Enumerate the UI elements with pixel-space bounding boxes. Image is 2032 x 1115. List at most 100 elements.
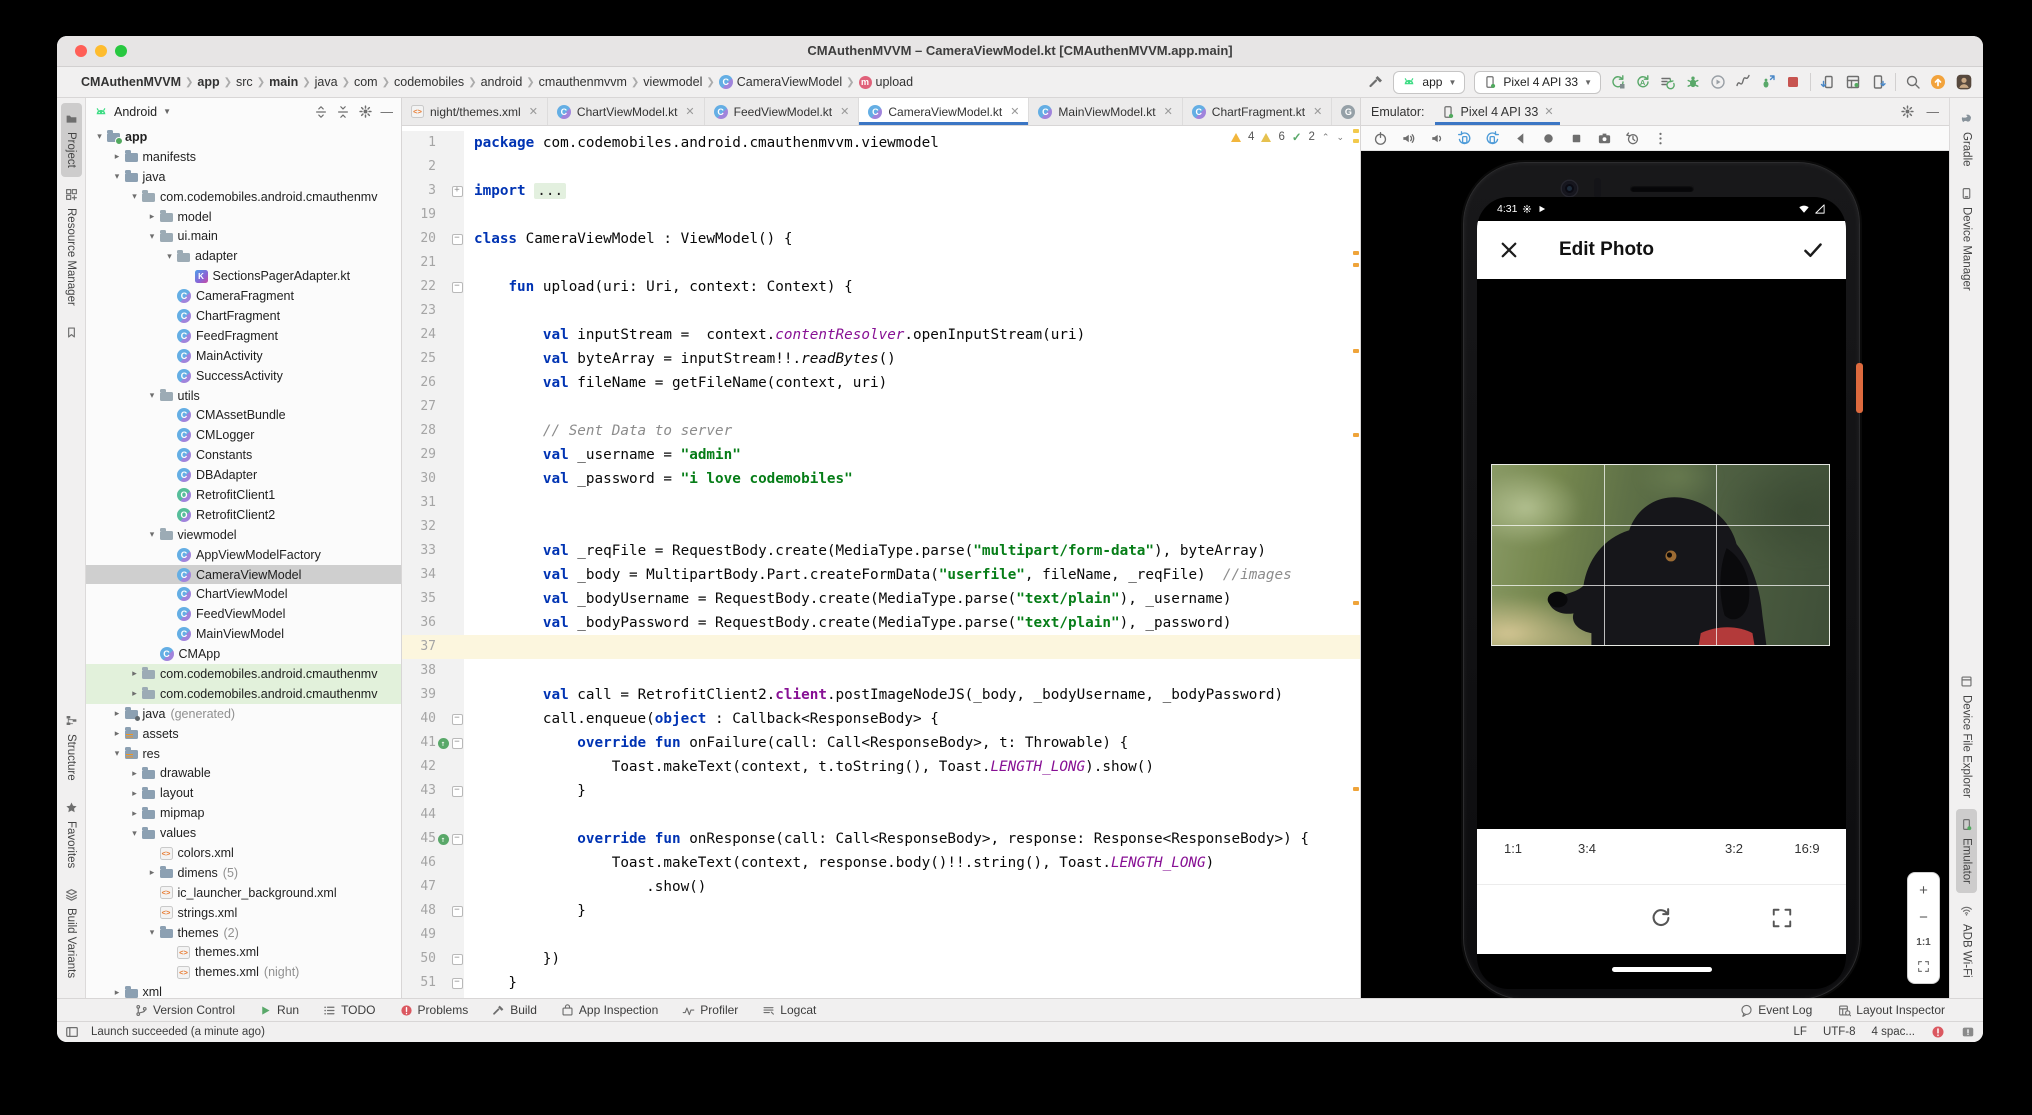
upgrade-assistant-icon[interactable] <box>1930 74 1946 90</box>
tree-item-themes-xml[interactable]: <>themes.xml <box>86 943 401 963</box>
mute-notification-icon[interactable] <box>1961 1025 1975 1039</box>
code-line-26[interactable]: 26 val fileName = getFileName(context, u… <box>402 371 1360 395</box>
tab-cameraviewmodel-kt[interactable]: CCameraViewModel.kt✕ <box>859 98 1029 125</box>
code-line-48[interactable]: 48− } <box>402 899 1360 923</box>
close-icon[interactable]: ✕ <box>529 105 538 118</box>
zoom-in-button[interactable]: + <box>1919 883 1928 898</box>
tree-item-chartfragment[interactable]: CChartFragment <box>86 306 401 326</box>
tree-item-cameraviewmodel[interactable]: CCameraViewModel <box>86 565 401 585</box>
code-line-29[interactable]: 29 val _username = "admin" <box>402 443 1360 467</box>
tool-strip-build-variants[interactable]: Build Variants <box>61 879 82 987</box>
rotate-photo-button[interactable] <box>1650 907 1672 929</box>
aspect-ratio-3-4[interactable]: 3:4 <box>1578 841 1596 856</box>
minimize-window-button[interactable] <box>95 45 107 57</box>
code-line-40[interactable]: 40− call.enqueue(object : Callback<Respo… <box>402 707 1360 731</box>
tree-item-com-codemobiles-android-cmauthenmv[interactable]: ▾com.codemobiles.android.cmauthenmv <box>86 187 401 207</box>
zoom-out-button[interactable]: − <box>1919 910 1928 925</box>
code-line-38[interactable]: 38 <box>402 659 1360 683</box>
tree-item-mipmap[interactable]: ▸mipmap <box>86 803 401 823</box>
install-apk-icon[interactable] <box>1870 74 1886 90</box>
tree-item-adapter[interactable]: ▾adapter <box>86 246 401 266</box>
fold-icon[interactable]: − <box>452 978 463 989</box>
status-segment[interactable]: LF <box>1794 1026 1807 1038</box>
fold-icon[interactable]: + <box>452 186 463 197</box>
code-line-43[interactable]: 43− } <box>402 779 1360 803</box>
breadcrumb-item[interactable]: codemobiles <box>394 75 464 89</box>
code-editor[interactable]: 4 6 ✓ 2 ⌃ ⌄ 1package com.codemobiles.and… <box>402 126 1360 998</box>
snapshots-icon[interactable] <box>1625 131 1640 146</box>
next-issue-icon[interactable]: ⌄ <box>1336 132 1344 143</box>
crop-photo-preview[interactable] <box>1491 464 1830 646</box>
toolwindow-todo[interactable]: TODO <box>323 1003 375 1017</box>
tree-item-strings-xml[interactable]: <>strings.xml <box>86 903 401 923</box>
toolwindow-build[interactable]: Build <box>492 1003 537 1017</box>
tab-chartviewmodel-kt[interactable]: CChartViewModel.kt✕ <box>548 98 705 125</box>
tree-item-java[interactable]: ▸java(generated) <box>86 704 401 724</box>
chevron-expanded-icon[interactable]: ▾ <box>145 529 160 540</box>
tree-item-feedfragment[interactable]: CFeedFragment <box>86 326 401 346</box>
code-line-2[interactable]: 2 <box>402 155 1360 179</box>
apply-code-changes-icon[interactable]: A <box>1635 74 1651 90</box>
screenshot-icon[interactable] <box>1597 131 1612 146</box>
tree-item-drawable[interactable]: ▸drawable <box>86 764 401 784</box>
status-segment[interactable]: UTF-8 <box>1823 1026 1856 1038</box>
close-icon[interactable]: ✕ <box>1313 105 1322 118</box>
tool-strip-bookmarks[interactable] <box>61 317 82 350</box>
tree-item-cmapp[interactable]: CCMApp <box>86 644 401 664</box>
code-line-22[interactable]: 22− fun upload(uri: Uri, context: Contex… <box>402 275 1360 299</box>
tab-feedviewmodel-kt[interactable]: CFeedViewModel.kt✕ <box>705 98 860 125</box>
tree-item-themes-xml[interactable]: <>themes.xml(night) <box>86 962 401 982</box>
volume-down-icon[interactable] <box>1429 131 1444 146</box>
toolwindow-problems[interactable]: Problems <box>400 1003 469 1017</box>
fold-icon[interactable]: − <box>452 714 463 725</box>
run-coverage-icon[interactable] <box>1710 74 1726 90</box>
code-line-41[interactable]: 41↑− override fun onFailure(call: Call<R… <box>402 731 1360 755</box>
code-line-31[interactable]: 31 <box>402 491 1360 515</box>
close-icon[interactable]: ✕ <box>1010 105 1019 118</box>
code-line-50[interactable]: 50− }) <box>402 947 1360 971</box>
chevron-expanded-icon[interactable]: ▾ <box>145 390 160 401</box>
code-line-45[interactable]: 45↑− override fun onResponse(call: Call<… <box>402 827 1360 851</box>
home-indicator[interactable] <box>1612 967 1712 972</box>
code-line-30[interactable]: 30 val _password = "i love codemobiles" <box>402 467 1360 491</box>
code-line-25[interactable]: 25 val byteArray = inputStream!!.readByt… <box>402 347 1360 371</box>
code-line-1[interactable]: 1package com.codemobiles.android.cmauthe… <box>402 131 1360 155</box>
rotate-left-icon[interactable] <box>1457 131 1472 146</box>
tree-item-retrofitclient1[interactable]: ORetrofitClient1 <box>86 485 401 505</box>
breadcrumb-item[interactable]: viewmodel <box>643 75 702 89</box>
code-line-49[interactable]: 49 <box>402 923 1360 947</box>
toolwindow-app-inspection[interactable]: App Inspection <box>561 1003 658 1017</box>
tool-strip-resource-manager[interactable]: Resource Manager <box>61 179 82 315</box>
tree-item-app[interactable]: ▾app <box>86 127 401 147</box>
chevron-collapsed-icon[interactable]: ▸ <box>110 151 125 162</box>
tree-item-cmlogger[interactable]: CCMLogger <box>86 425 401 445</box>
override-method-icon[interactable]: ↑ <box>438 738 449 749</box>
code-line-20[interactable]: 20−class CameraViewModel : ViewModel() { <box>402 227 1360 251</box>
aspect-ratio-3-2[interactable]: 3:2 <box>1725 841 1743 856</box>
home-icon[interactable] <box>1541 131 1556 146</box>
tool-strip-gradle[interactable]: Gradle <box>1956 103 1977 176</box>
status-segment[interactable]: 4 spac... <box>1872 1026 1915 1038</box>
stop-icon[interactable] <box>1785 74 1801 90</box>
code-line-47[interactable]: 47 .show() <box>402 875 1360 899</box>
toolwindow-profiler[interactable]: Profiler <box>682 1003 738 1017</box>
code-line-19[interactable]: 19 <box>402 203 1360 227</box>
code-line-39[interactable]: 39 val call = RetrofitClient2.client.pos… <box>402 683 1360 707</box>
close-icon[interactable]: ✕ <box>840 105 849 118</box>
breadcrumb-item[interactable]: mupload <box>859 75 914 89</box>
tree-item-themes[interactable]: ▾themes(2) <box>86 923 401 943</box>
code-line-21[interactable]: 21 <box>402 251 1360 275</box>
tree-item-mainactivity[interactable]: CMainActivity <box>86 346 401 366</box>
tree-item-com-codemobiles-android-cmauthenmv[interactable]: ▸com.codemobiles.android.cmauthenmv <box>86 664 401 684</box>
tab-chartfragment-kt[interactable]: CChartFragment.kt✕ <box>1183 98 1333 125</box>
power-icon[interactable] <box>1373 131 1388 146</box>
back-icon[interactable] <box>1513 131 1528 146</box>
tree-item-assets[interactable]: ▸assets <box>86 724 401 744</box>
tree-item-ic-launcher-background-xml[interactable]: <>ic_launcher_background.xml <box>86 883 401 903</box>
crop-free-button[interactable] <box>1771 907 1793 929</box>
fold-icon[interactable]: − <box>452 954 463 965</box>
tree-item-retrofitclient2[interactable]: ORetrofitClient2 <box>86 505 401 525</box>
tab-night-themes-xml[interactable]: <>night/themes.xml✕ <box>402 98 548 125</box>
run-config-select[interactable]: app ▼ <box>1393 71 1465 94</box>
code-line-52[interactable]: 52 <box>402 995 1360 998</box>
